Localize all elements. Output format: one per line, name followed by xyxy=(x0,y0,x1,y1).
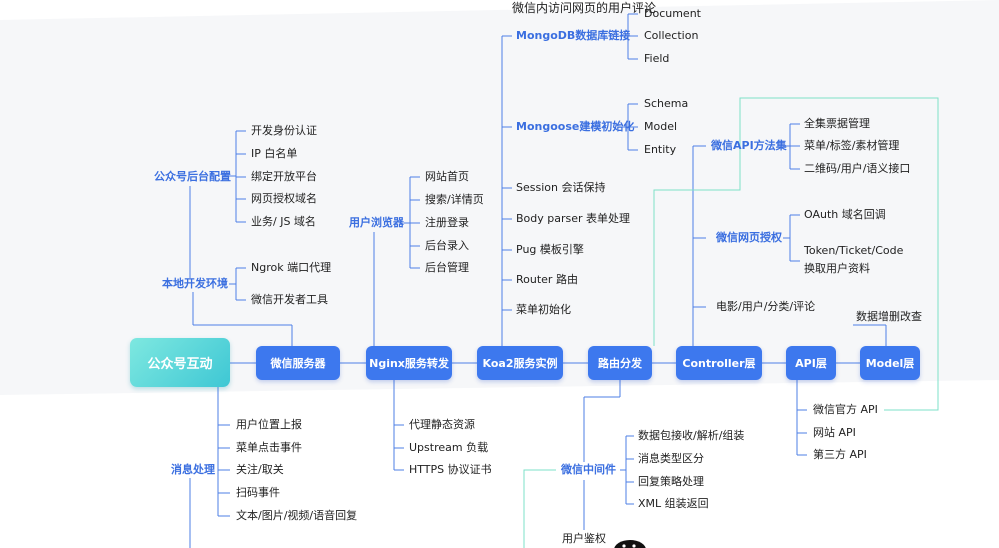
list-item: Ngrok 端口代理 xyxy=(251,261,332,274)
wechat-logo-icon xyxy=(614,540,646,548)
list-item: 换取用户资料 xyxy=(804,262,870,275)
group-wx-web-auth: 微信网页授权 xyxy=(716,231,782,244)
list-item: Model xyxy=(644,120,678,133)
wechat-server-node[interactable]: 微信服务器 xyxy=(256,346,340,380)
user-auth-label: 用户鉴权 xyxy=(562,532,606,545)
list-item: Token/Ticket/Code xyxy=(804,244,904,257)
list-item: Document xyxy=(644,7,701,20)
list-item: 电影/用户/分类/评论 xyxy=(716,300,816,313)
list-item: 菜单/标签/素材管理 xyxy=(804,139,900,152)
list-item: HTTPS 协议证书 xyxy=(409,463,492,476)
list-item: 消息类型区分 xyxy=(638,452,704,465)
list-item: 数据增删改查 xyxy=(856,310,922,323)
api-node[interactable]: API层 xyxy=(786,346,836,380)
list-item: 网站 API xyxy=(813,426,856,439)
list-item: 用户位置上报 xyxy=(236,418,302,431)
list-item: IP 白名单 xyxy=(251,147,298,160)
group-backend-config: 公众号后台配置 xyxy=(154,170,231,183)
group-wx-api-methods: 微信API方法集 xyxy=(711,139,787,152)
list-item: Entity xyxy=(644,143,677,156)
list-item: 二维码/用户/语义接口 xyxy=(804,162,911,175)
group-message: 消息处理 xyxy=(171,463,215,476)
list-item: 网页授权域名 xyxy=(251,192,317,205)
list-item: 后台管理 xyxy=(425,261,469,274)
list-item: Schema xyxy=(644,97,689,110)
list-item: OAuth 域名回调 xyxy=(804,208,886,221)
group-mongodb: MongoDB数据库链接 xyxy=(516,29,631,42)
nginx-node[interactable]: Nginx服务转发 xyxy=(366,346,452,380)
controller-node[interactable]: Controller层 xyxy=(676,346,762,380)
list-item: Session 会话保持 xyxy=(516,181,606,194)
list-item: 扫码事件 xyxy=(236,486,280,499)
list-item: Field xyxy=(644,52,670,65)
group-wx-middleware: 微信中间件 xyxy=(561,463,616,476)
list-item: 全集票据管理 xyxy=(804,117,870,130)
top-caption: 微信内访问网页的用户评论 xyxy=(512,1,657,15)
list-item: 菜单初始化 xyxy=(516,303,571,316)
list-item: XML 组装返回 xyxy=(638,497,709,510)
list-item: 开发身份认证 xyxy=(251,124,317,137)
router-node[interactable]: 路由分发 xyxy=(588,346,652,380)
list-item: 绑定开放平台 xyxy=(251,170,317,183)
list-item: Body parser 表单处理 xyxy=(516,212,631,225)
group-user-browser: 用户浏览器 xyxy=(349,216,404,229)
list-item: 数据包接收/解析/组装 xyxy=(638,429,745,442)
root-node[interactable]: 公众号互动 xyxy=(130,338,230,387)
koa-node[interactable]: Koa2服务实例 xyxy=(477,346,563,380)
list-item: 代理静态资源 xyxy=(409,418,475,431)
mind-map-canvas: 微信内访问网页的用户评论 公众号互动 微信服务器 Nginx服务转发 Koa2服… xyxy=(0,0,999,548)
list-item: Upstream 负载 xyxy=(409,441,489,454)
group-local-dev: 本地开发环境 xyxy=(162,277,228,290)
list-item: 微信官方 API xyxy=(813,403,878,416)
list-item: 网站首页 xyxy=(425,170,469,183)
model-node[interactable]: Model层 xyxy=(860,346,920,380)
list-item: Collection xyxy=(644,29,699,42)
list-item: 后台录入 xyxy=(425,239,469,252)
group-mongoose: Mongoose建模初始化 xyxy=(516,120,635,133)
list-item: 第三方 API xyxy=(813,448,867,461)
list-item: 业务/ JS 域名 xyxy=(251,215,316,228)
list-item: 菜单点击事件 xyxy=(236,441,302,454)
list-item: 搜索/详情页 xyxy=(425,193,484,206)
list-item: 微信开发者工具 xyxy=(251,293,328,306)
list-item: Pug 模板引擎 xyxy=(516,243,584,256)
list-item: 注册登录 xyxy=(425,216,469,229)
list-item: 文本/图片/视频/语音回复 xyxy=(236,509,358,522)
list-item: 回复策略处理 xyxy=(638,475,704,488)
list-item: 关注/取关 xyxy=(236,463,284,476)
list-item: Router 路由 xyxy=(516,273,578,286)
